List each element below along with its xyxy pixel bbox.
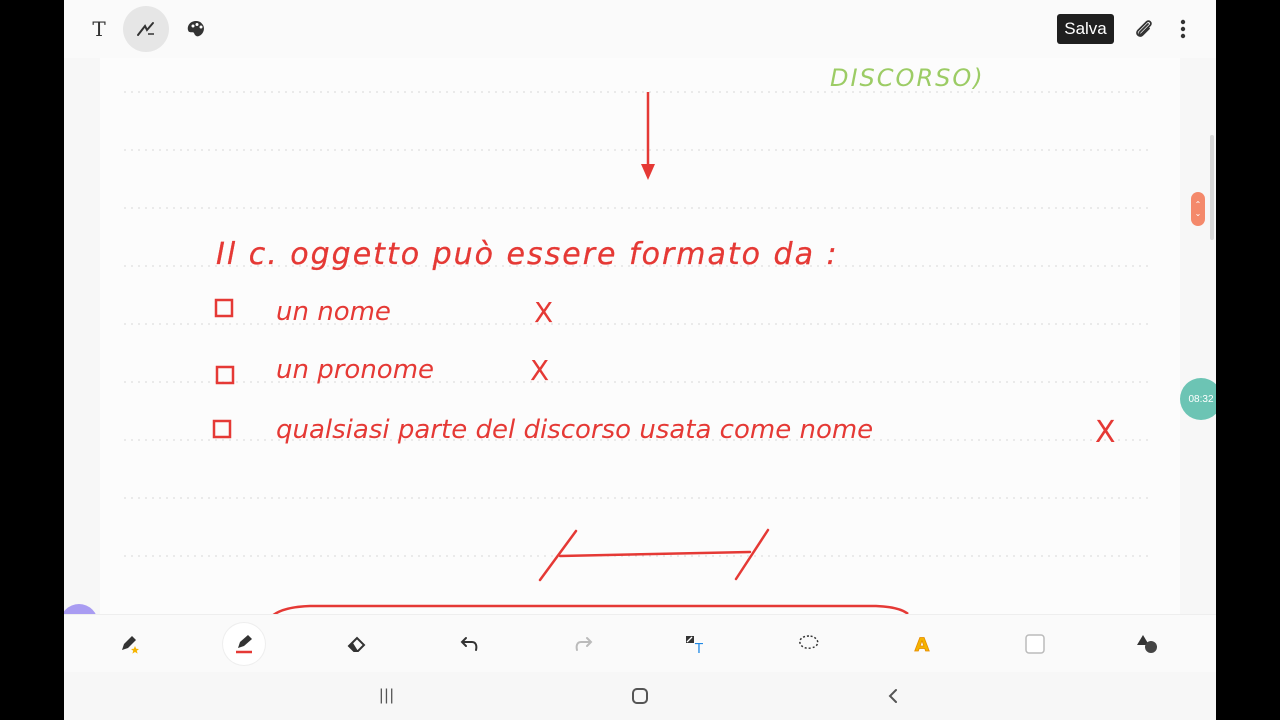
text-tool-icon[interactable]: T [76,6,122,52]
chevron-up-icon: ⌃ [1194,200,1202,209]
lasso-icon[interactable] [788,623,830,665]
eraser-icon[interactable] [336,623,378,665]
top-toolbar: T Salva [64,0,1216,58]
checkbox-2 [215,365,235,385]
checkbox-1 [214,298,234,318]
checkbox-3 [212,419,232,439]
favorite-pen-icon[interactable] [109,623,151,665]
redo-icon[interactable] [562,623,604,665]
list-item-1-text: un nome [276,297,391,327]
pen-mode-icon[interactable] [123,6,169,52]
list-item-2-text: un pronome [276,355,434,385]
text-convert-glyph: T [694,642,703,656]
save-button[interactable]: Salva [1057,14,1114,44]
system-nav-bar: ||| [64,672,1216,720]
home-button[interactable] [628,684,652,708]
note-canvas[interactable]: DISCORSO) Il c. oggetto può essere forma… [100,58,1180,614]
notes-app-screen: T Salva DISCORSO) Il c. oggetto può esse… [64,0,1216,720]
bottom-toolbar: T A [64,614,1216,673]
chevron-down-icon: ⌄ [1194,209,1202,218]
list-item-3-mark: X [1095,415,1116,450]
pen-icon[interactable] [223,623,265,665]
list-item-1-mark: X [534,296,553,329]
time-bubble[interactable]: 08:32 [1180,378,1216,420]
green-heading-fragment: DISCORSO) [830,64,985,92]
recents-button[interactable]: ||| [375,684,399,708]
palette-icon[interactable] [173,6,219,52]
handwriting-layer: DISCORSO) Il c. oggetto può essere forma… [124,64,1150,614]
color-swatch-icon[interactable] [1014,623,1056,665]
shapes-icon[interactable] [1127,623,1169,665]
list-item-2-mark: X [530,354,549,387]
segment-drawing [538,528,770,582]
list-item-3-text: qualsiasi parte del discorso usata come … [276,415,873,445]
highlighter-glyph: A [915,634,930,656]
note-heading: Il c. oggetto può essere formato da : [216,237,839,272]
back-button[interactable] [881,684,905,708]
handwriting-to-text-icon[interactable]: T [675,623,717,665]
highlighter-icon[interactable]: A [901,623,943,665]
scroll-handle[interactable]: ⌃ ⌄ [1191,192,1205,226]
rounded-box-outline [272,604,909,614]
scroll-track[interactable] [1210,135,1214,240]
more-vertical-icon[interactable] [1160,6,1206,52]
down-arrow [641,92,655,180]
undo-icon[interactable] [449,623,491,665]
